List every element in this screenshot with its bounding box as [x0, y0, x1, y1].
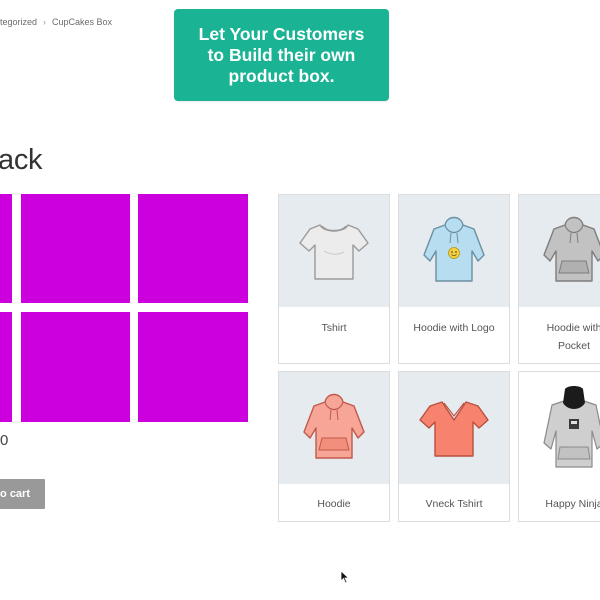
product-price: 0	[0, 432, 9, 449]
product-card-hoodie-with-logo[interactable]: Hoodie with Logo	[398, 194, 510, 364]
product-card-tshirt[interactable]: Tshirt	[278, 194, 390, 364]
box-slot[interactable]	[21, 312, 130, 422]
product-name: Tshirt	[321, 322, 347, 334]
product-card-happy-ninja[interactable]: Happy Ninja	[518, 371, 600, 522]
hoodie-icon	[303, 393, 365, 459]
product-title: ack	[0, 144, 43, 176]
vneck-tshirt-icon	[419, 401, 489, 457]
product-card-hoodie-with-pocket[interactable]: Hoodie with Pocket	[518, 194, 600, 364]
promo-banner-text: Let Your Customers to Build their own pr…	[198, 23, 365, 86]
product-name: Happy Ninja	[545, 498, 600, 510]
mouse-cursor-icon	[340, 570, 350, 584]
breadcrumb: tegorized › CupCakes Box	[0, 17, 112, 27]
product-thumbnail	[519, 372, 600, 484]
product-name: Vneck Tshirt	[425, 498, 483, 510]
product-thumbnail	[399, 372, 509, 484]
breadcrumb-parent-link[interactable]: tegorized	[0, 17, 37, 27]
tshirt-icon	[299, 224, 369, 280]
product-thumbnail	[519, 195, 600, 307]
product-card-vneck-tshirt[interactable]: Vneck Tshirt	[398, 371, 510, 522]
promo-banner: Let Your Customers to Build their own pr…	[174, 9, 389, 101]
hoodie-with-logo-icon	[423, 216, 485, 282]
box-slot[interactable]	[0, 312, 12, 422]
breadcrumb-current-link[interactable]: CupCakes Box	[52, 17, 112, 27]
product-thumbnail	[279, 195, 389, 307]
product-thumbnail	[399, 195, 509, 307]
product-name: Hoodie	[317, 498, 351, 510]
add-to-cart-button[interactable]: to cart	[0, 479, 45, 509]
product-name: Hoodie with Logo	[413, 322, 495, 334]
box-slot[interactable]	[0, 194, 12, 303]
box-slot[interactable]	[138, 194, 248, 303]
box-slot[interactable]	[21, 194, 130, 303]
product-thumbnail	[279, 372, 389, 484]
hoodie-with-pocket-icon	[543, 216, 600, 282]
product-card-hoodie[interactable]: Hoodie	[278, 371, 390, 522]
happy-ninja-hoodie-icon	[543, 386, 600, 468]
breadcrumb-separator: ›	[43, 17, 47, 27]
box-slot[interactable]	[138, 312, 248, 422]
product-name: Hoodie with Pocket	[546, 322, 600, 352]
